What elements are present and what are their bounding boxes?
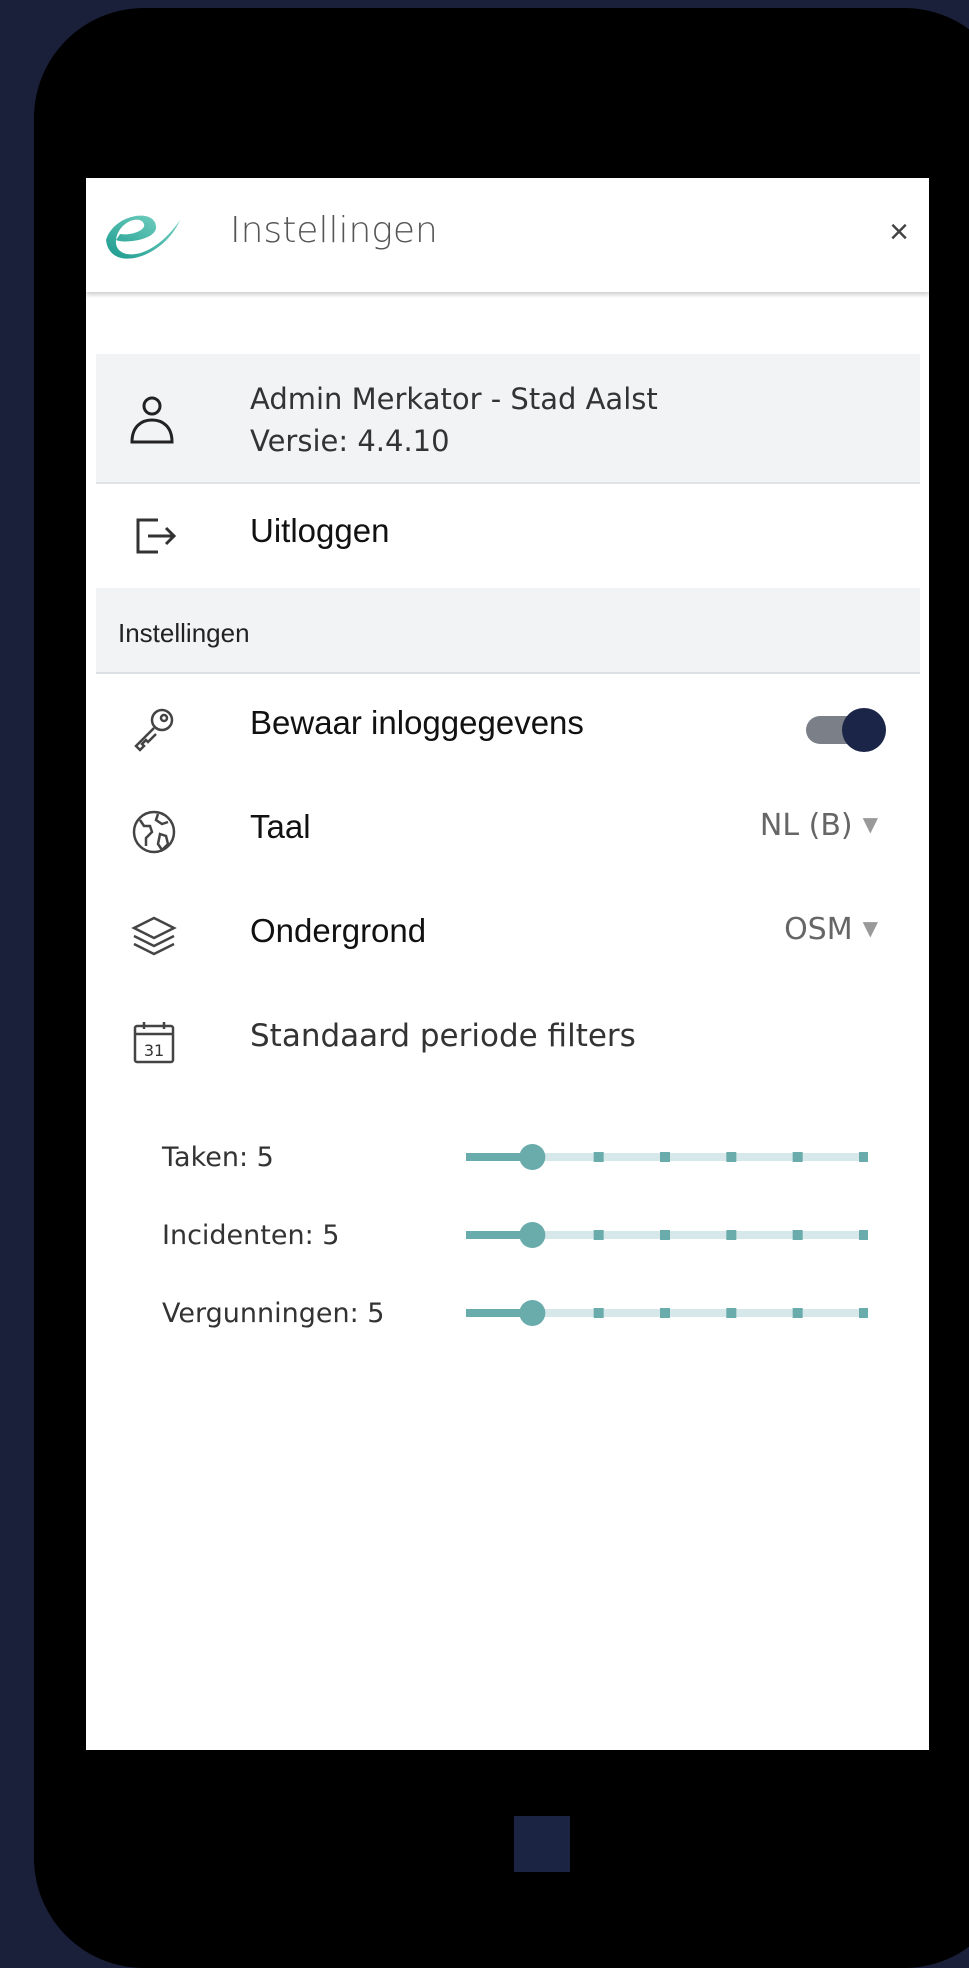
slider-tick — [660, 1308, 670, 1318]
taken-slider[interactable] — [462, 1132, 868, 1182]
slider-tick — [859, 1230, 868, 1240]
home-button[interactable] — [514, 1816, 570, 1872]
language-value: NL (B) — [759, 808, 853, 843]
setting-basemap: Ondergrond OSM ▼ — [96, 882, 920, 986]
toggle-knob — [842, 708, 886, 752]
profile-card: Admin Merkator - Stad Aalst Versie: 4.4.… — [96, 354, 920, 484]
profile-name: Admin Merkator - Stad Aalst — [250, 382, 658, 416]
setting-period-filters: 31 Standaard periode filters — [96, 988, 920, 1092]
slider-row-taken: Taken: 5 — [162, 1132, 912, 1182]
settings-screen: Instellingen × Admin Merkator - Stad Aal… — [86, 178, 929, 1750]
caret-down-icon: ▼ — [862, 812, 878, 836]
slider-tick — [726, 1308, 737, 1318]
basemap-value: OSM — [784, 912, 853, 947]
remember-toggle[interactable] — [806, 706, 886, 752]
slider-tick — [660, 1230, 670, 1240]
slider-tick — [726, 1152, 737, 1162]
app-version: Versie: 4.4.10 — [250, 424, 450, 458]
language-select[interactable]: NL (B) ▼ — [760, 808, 878, 843]
close-button[interactable]: × — [879, 210, 919, 254]
logout-label: Uitloggen — [250, 512, 390, 549]
logout-button[interactable]: Uitloggen — [96, 482, 920, 586]
section-title: Instellingen — [118, 618, 250, 648]
slider-thumb — [519, 1222, 546, 1248]
slider-tick — [726, 1230, 737, 1240]
slider-label: Vergunningen: 5 — [162, 1298, 385, 1329]
globe-icon — [132, 810, 176, 854]
slider-tick — [660, 1152, 670, 1162]
slider-label: Incidenten: 5 — [162, 1220, 340, 1251]
slider-tick — [792, 1230, 803, 1240]
vergunningen-slider[interactable] — [462, 1288, 868, 1338]
user-icon — [130, 396, 174, 444]
header: Instellingen × — [86, 178, 929, 292]
page-title: Instellingen — [230, 210, 438, 251]
remember-label: Bewaar inloggegevens — [250, 704, 584, 741]
section-header-settings: Instellingen — [96, 588, 920, 674]
slider-tick — [593, 1152, 604, 1162]
slider-label: Taken: 5 — [162, 1142, 274, 1173]
slider-tick — [593, 1230, 604, 1240]
key-icon — [134, 708, 174, 752]
calendar-day: 31 — [144, 1041, 164, 1060]
slider-thumb — [519, 1144, 546, 1170]
layers-icon — [131, 916, 177, 956]
slider-tick — [792, 1308, 803, 1318]
calendar-icon: 31 — [133, 1022, 175, 1064]
incidenten-slider[interactable] — [462, 1210, 868, 1260]
setting-language: Taal NL (B) ▼ — [96, 778, 920, 882]
basemap-select[interactable]: OSM ▼ — [784, 912, 878, 947]
basemap-label: Ondergrond — [250, 912, 427, 949]
app-logo — [106, 215, 180, 259]
slider-row-vergunningen: Vergunningen: 5 — [162, 1288, 912, 1338]
logout-icon — [136, 518, 177, 554]
slider-tick — [859, 1308, 868, 1318]
slider-row-incidenten: Incidenten: 5 — [162, 1210, 912, 1260]
caret-down-icon: ▼ — [862, 916, 878, 940]
slider-tick — [859, 1152, 868, 1162]
slider-tick — [593, 1308, 604, 1318]
slider-thumb — [519, 1300, 546, 1326]
slider-tick — [792, 1152, 803, 1162]
setting-remember-credentials: Bewaar inloggegevens — [96, 674, 920, 778]
period-label: Standaard periode filters — [250, 1018, 636, 1054]
language-label: Taal — [250, 808, 311, 845]
